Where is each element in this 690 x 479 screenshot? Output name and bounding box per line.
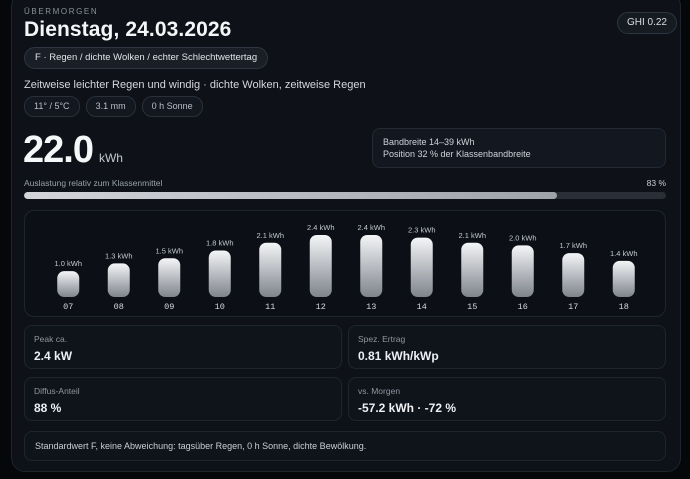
- precipitation-chip: 3.1 mm: [85, 96, 136, 117]
- hour-bar-14: [410, 237, 433, 297]
- range-box: Bandbreite 14–39 kWh Position 32 % der K…: [372, 128, 666, 168]
- hour-value-label-18: 1.4 kWh: [610, 249, 638, 258]
- stat-specific-label: Spez. Ertrag: [358, 334, 406, 344]
- hour-value-label-08: 1.3 kWh: [105, 251, 133, 260]
- weather-description: Zeitweise leichter Regen und windig · di…: [24, 79, 366, 91]
- hour-tick-label-15: 15: [467, 302, 477, 312]
- utilization-label: Auslastung relativ zum Klassenmittel: [24, 178, 163, 188]
- range-bandwidth: Bandbreite 14–39 kWh: [383, 137, 475, 147]
- hour-bar-10: [208, 250, 231, 297]
- hour-value-label-17: 1.7 kWh: [559, 241, 587, 250]
- hour-tick-label-12: 12: [316, 302, 326, 312]
- weather-chips: 11° / 5°C 3.1 mm 0 h Sonne: [24, 96, 203, 117]
- stat-peak: Peak ca. 2.4 kW: [24, 325, 342, 369]
- hour-value-label-12: 2.4 kWh: [307, 223, 335, 232]
- hour-bar-18: [612, 260, 635, 297]
- hour-tick-label-18: 18: [619, 302, 629, 312]
- hour-tick-label-14: 14: [417, 302, 427, 312]
- hour-tick-label-09: 09: [164, 302, 174, 312]
- hour-bar-16: [511, 245, 534, 297]
- hour-value-label-11: 2.1 kWh: [256, 231, 284, 240]
- stat-vs-tomorrow: vs. Morgen -57.2 kWh · -72 %: [348, 377, 666, 421]
- stat-diffuse-label: Diffus-Anteil: [34, 386, 80, 396]
- page-title: Dienstag, 24.03.2026: [24, 18, 232, 41]
- energy-unit: kWh: [98, 151, 123, 165]
- day-label: ÜBERMORGEN: [24, 7, 99, 16]
- hour-bar-11: [259, 242, 282, 297]
- stat-peak-label: Peak ca.: [34, 334, 68, 344]
- weather-class-badge: F · Regen / dichte Wolken / echter Schle…: [24, 47, 269, 69]
- utilization-percent: 83 %: [646, 178, 666, 188]
- hour-value-label-16: 2.0 kWh: [509, 233, 537, 242]
- stat-peak-value: 2.4 kW: [34, 349, 73, 363]
- hour-bar-09: [158, 258, 181, 297]
- hour-value-label-14: 2.3 kWh: [408, 226, 436, 235]
- hour-tick-label-13: 13: [366, 302, 376, 312]
- ghi-badge: GHI 0.22: [616, 12, 677, 34]
- hour-tick-label-07: 07: [63, 302, 73, 312]
- stat-diffuse-value: 88 %: [34, 401, 62, 415]
- utilization-bar-fill: [24, 192, 557, 199]
- hour-value-label-13: 2.4 kWh: [357, 223, 385, 232]
- stat-specific-value: 0.81 kWh/kWp: [358, 349, 439, 363]
- stat-diffuse: Diffus-Anteil 88 %: [24, 377, 342, 421]
- hourly-chart-svg: 1.0 kWh 07 1.3 kWh 08 1.5 kWh 09 1.8 kWh 10 2.1 …: [54, 223, 638, 312]
- energy-value: 22.0: [23, 129, 94, 171]
- hour-value-label-09: 1.5 kWh: [155, 246, 183, 255]
- hour-value-label-07: 1.0 kWh: [54, 259, 82, 268]
- hour-bar-15: [461, 242, 484, 297]
- temperature-chip: 11° / 5°C: [24, 96, 80, 117]
- hour-tick-label-17: 17: [568, 302, 578, 312]
- hour-bar-07: [57, 271, 80, 297]
- range-position: Position 32 % der Klassenbandbreite: [383, 149, 531, 159]
- utilization-bar: [24, 192, 666, 199]
- hour-bar-08: [107, 263, 130, 297]
- hour-tick-label-16: 16: [518, 302, 528, 312]
- summary-note: Standardwert F, keine Abweichung: tagsüb…: [24, 431, 666, 461]
- hour-tick-label-08: 08: [114, 302, 124, 312]
- hour-bar-12: [309, 235, 332, 297]
- hourly-chart: 1.0 kWh 07 1.3 kWh 08 1.5 kWh 09 1.8 kWh 10 2.1 …: [24, 210, 666, 317]
- stat-specific-yield: Spez. Ertrag 0.81 kWh/kWp: [348, 325, 666, 369]
- hour-bar-17: [562, 253, 585, 297]
- energy-total: 22.0 kWh: [23, 129, 123, 172]
- hour-bar-13: [360, 235, 383, 297]
- stat-vs-label: vs. Morgen: [358, 386, 401, 396]
- sunshine-chip: 0 h Sonne: [141, 96, 203, 117]
- hour-tick-label-11: 11: [265, 302, 275, 312]
- hour-value-label-10: 1.8 kWh: [206, 239, 234, 248]
- hour-tick-label-10: 10: [215, 302, 225, 312]
- hour-value-label-15: 2.1 kWh: [458, 231, 486, 240]
- stat-vs-value: -57.2 kWh · -72 %: [358, 401, 457, 415]
